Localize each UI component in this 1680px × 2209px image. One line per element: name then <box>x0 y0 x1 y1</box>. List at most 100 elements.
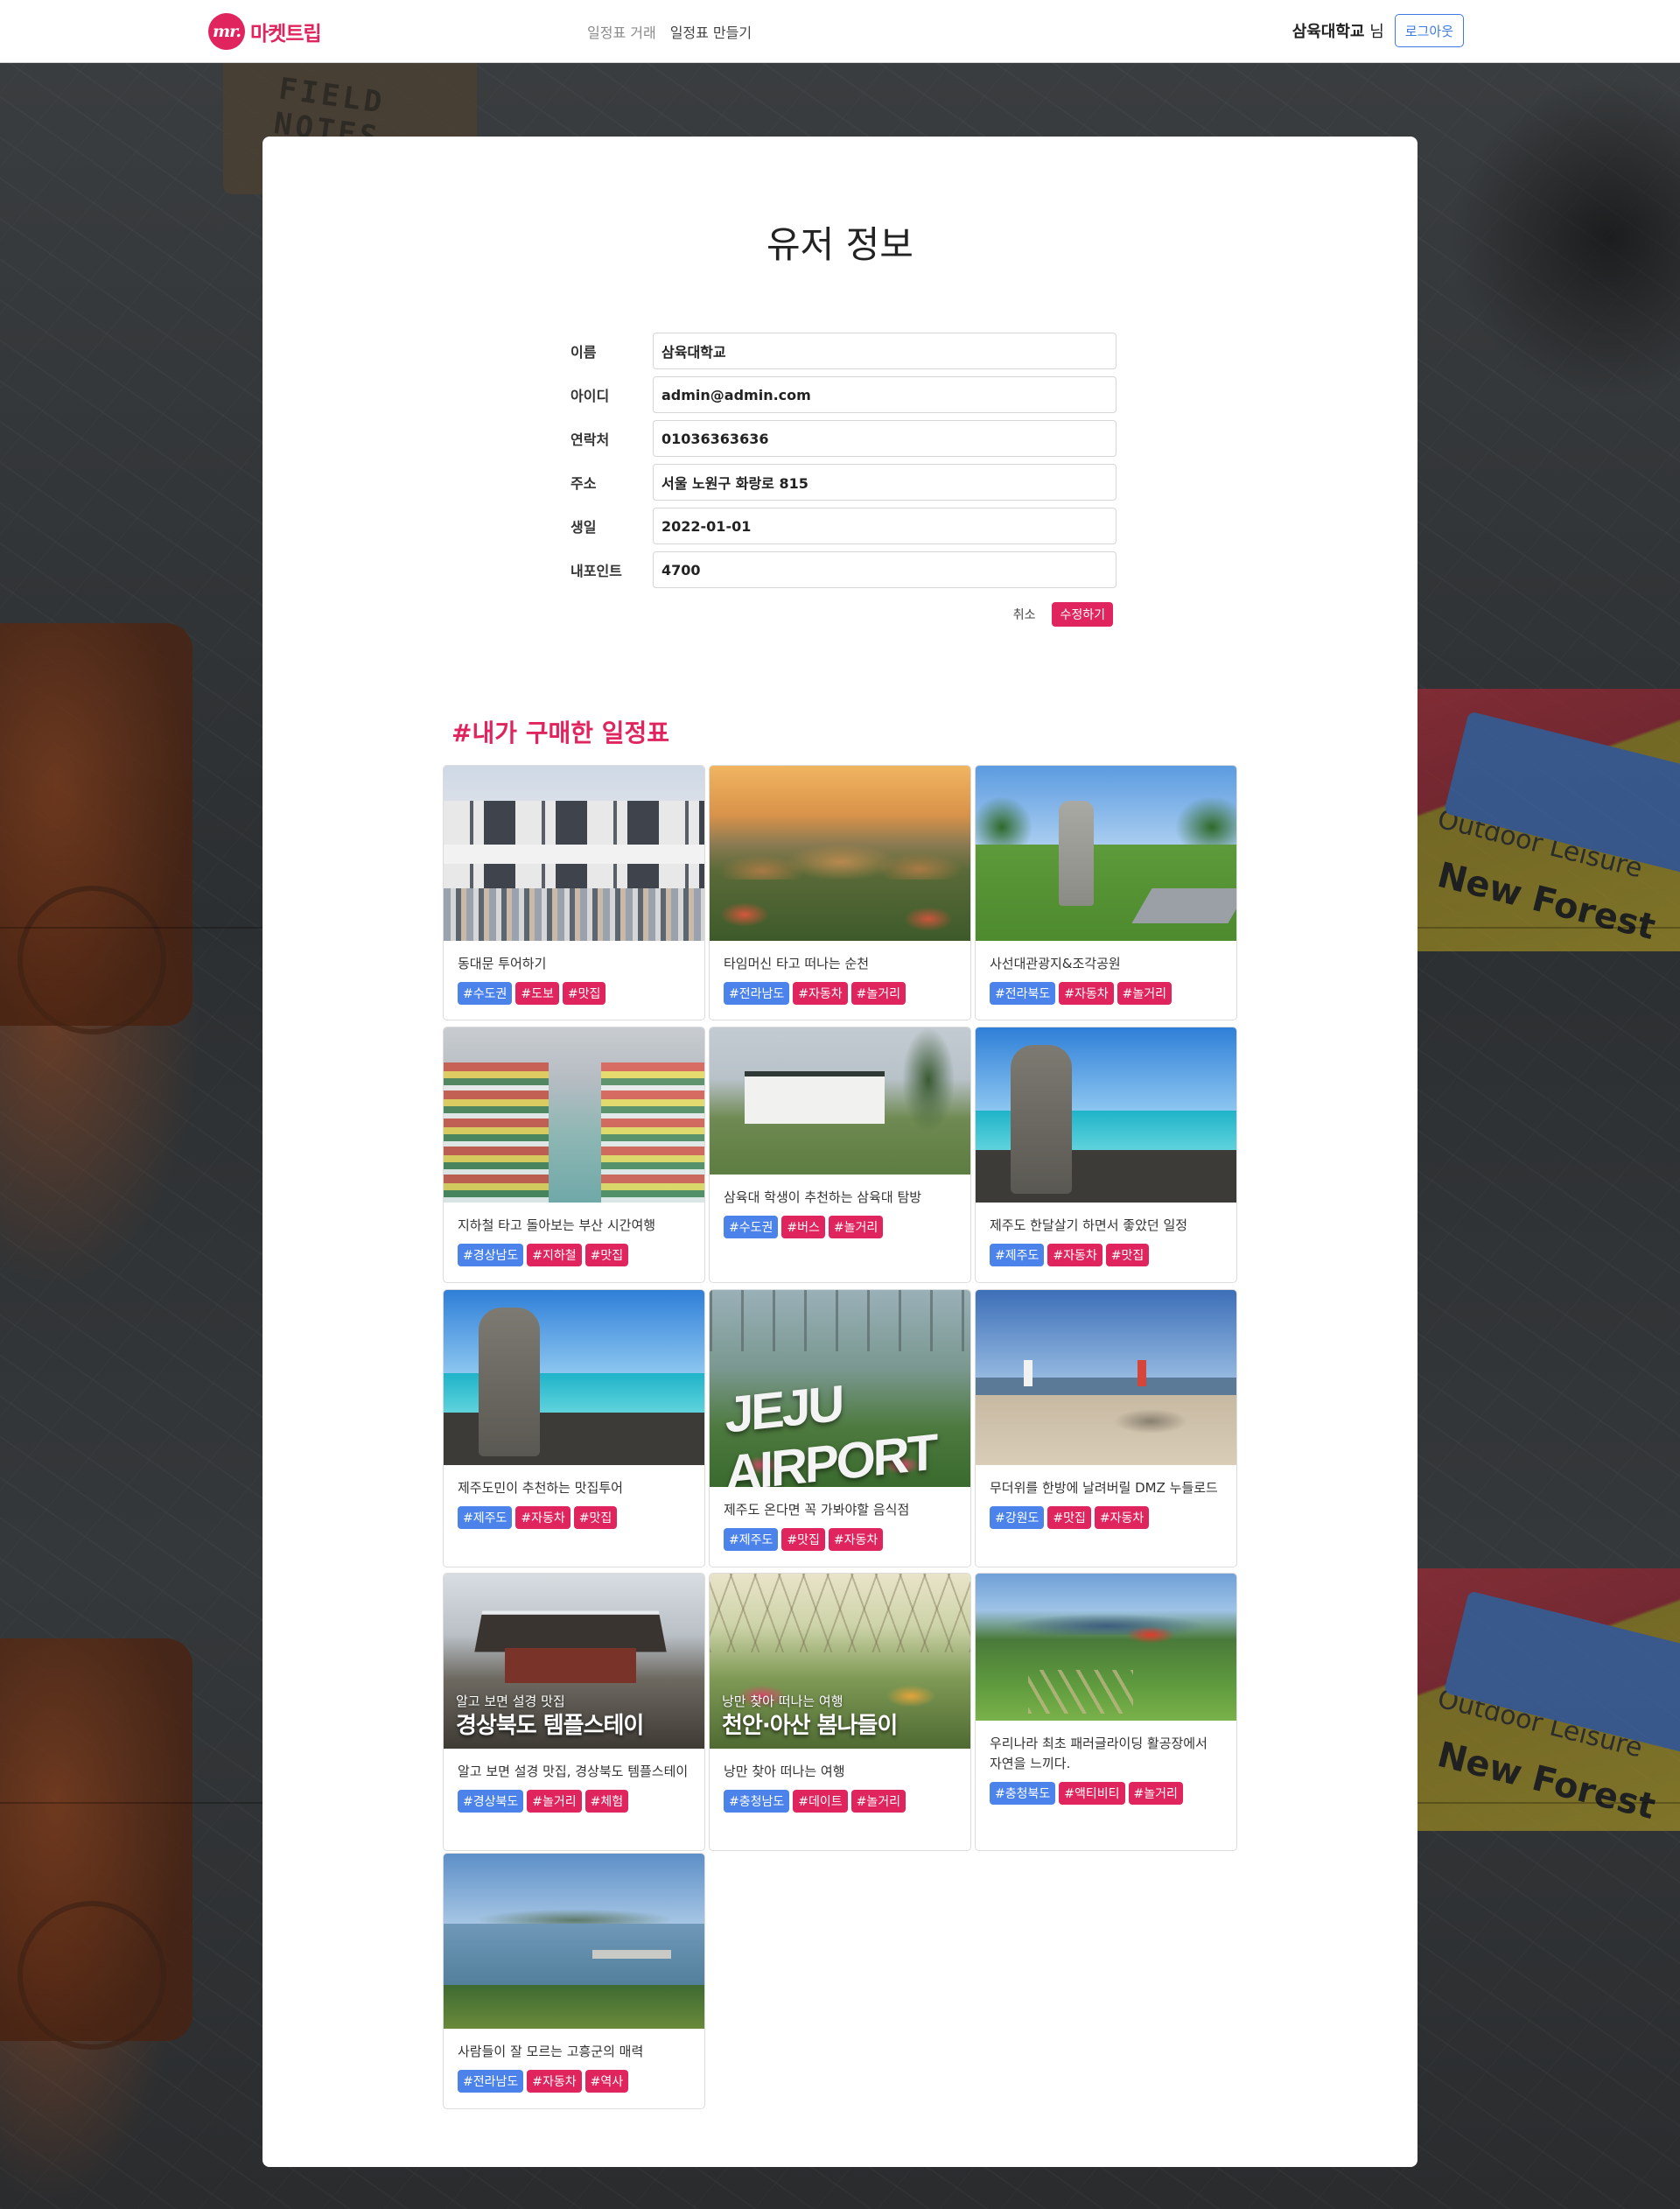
keyword-tag[interactable]: #놀거리 <box>1116 982 1172 1005</box>
card-image <box>710 766 970 941</box>
region-tag[interactable]: #충청남도 <box>724 1790 790 1813</box>
keyword-tag[interactable]: #자동차 <box>527 2070 582 2093</box>
birthday-label: 생일 <box>570 519 597 536</box>
birthday-field[interactable] <box>653 508 1116 544</box>
keyword-tag[interactable]: #자동차 <box>828 1528 884 1551</box>
card-title: 삼육대 학생이 추천하는 삼육대 탐방 <box>724 1189 922 1205</box>
ordnance-survey-map: Ordnance Survey Outdoor Leisure New Fore… <box>1418 689 1680 951</box>
schedule-card[interactable]: 우리나라 최초 패러글라이딩 활공장에서 자연을 느끼다. #충청북도 #액티비… <box>975 1573 1237 1851</box>
tag-list: #전라남도 #자동차 #역사 <box>458 2070 690 2093</box>
region-tag[interactable]: #전라남도 <box>458 2070 524 2093</box>
keyword-tag[interactable]: #지하철 <box>527 1244 582 1266</box>
cancel-button[interactable]: 취소 <box>1005 602 1044 627</box>
card-image <box>444 1027 704 1203</box>
ordnance-survey-map: Ordnance Survey Outdoor Leisure New Fore… <box>1418 1568 1680 1831</box>
points-field[interactable] <box>653 551 1116 588</box>
form-row-id: 아이디 <box>570 376 1122 413</box>
edit-button[interactable]: 수정하기 <box>1052 602 1113 627</box>
logout-button[interactable]: 로그아웃 <box>1394 14 1464 47</box>
id-field[interactable] <box>653 376 1116 413</box>
keyword-tag[interactable]: #맛집 <box>573 1506 618 1529</box>
keyword-tag[interactable]: #놀거리 <box>527 1790 582 1813</box>
keyword-tag[interactable]: #맛집 <box>1047 1506 1091 1529</box>
card-image <box>444 766 704 941</box>
user-area: 삼육대학교 님 로그아웃 <box>1292 14 1464 47</box>
region-tag[interactable]: #강원도 <box>990 1506 1045 1529</box>
region-tag[interactable]: #수도권 <box>724 1216 779 1238</box>
nav-create-schedule[interactable]: 일정표 만들기 <box>670 21 752 42</box>
tag-list: #경상북도 #놀거리 #체험 <box>458 1790 690 1813</box>
tag-list: #경상남도 #지하철 #맛집 <box>458 1244 690 1266</box>
top-navbar: mr. 마켓트립 일정표 거래 일정표 만들기 삼육대학교 님 로그아웃 <box>0 0 1680 63</box>
region-tag[interactable]: #경상북도 <box>458 1790 524 1813</box>
keyword-tag[interactable]: #체험 <box>584 1790 629 1813</box>
tag-list: #강원도 #맛집 #자동차 <box>990 1506 1222 1529</box>
keyword-tag[interactable]: #도보 <box>515 982 559 1005</box>
form-actions: 취소 수정하기 <box>570 602 1122 627</box>
keyword-tag[interactable]: #맛집 <box>1105 1244 1150 1266</box>
card-title: 동대문 투어하기 <box>458 956 547 971</box>
phone-label: 연락처 <box>570 431 610 448</box>
card-image <box>444 1290 704 1465</box>
schedule-card[interactable]: 무더위를 한방에 날려버릴 DMZ 누들로드 #강원도 #맛집 #자동차 <box>975 1289 1237 1567</box>
form-row-points: 내포인트 <box>570 551 1122 588</box>
card-image <box>976 1027 1236 1203</box>
phone-field[interactable] <box>653 420 1116 457</box>
name-label: 이름 <box>570 344 597 361</box>
schedule-card[interactable]: JEJU AIRPORT 제주도 온다면 꼭 가봐야할 음식점 #제주도 #맛집… <box>709 1289 971 1567</box>
card-image: 낭만 찾아 떠나는 여행 천안·아산 봄나들이 <box>710 1574 970 1749</box>
card-title: 지하철 타고 돌아보는 부산 시간여행 <box>458 1217 656 1233</box>
region-tag[interactable]: #전라북도 <box>990 982 1056 1005</box>
region-tag[interactable]: #제주도 <box>458 1506 513 1529</box>
keyword-tag[interactable]: #자동차 <box>793 982 848 1005</box>
user-name: 삼육대학교 <box>1292 23 1365 41</box>
card-title: 제주도 한달살기 하면서 좋았던 일정 <box>990 1217 1188 1233</box>
region-tag[interactable]: #경상남도 <box>458 1244 524 1266</box>
schedule-card[interactable]: 낭만 찾아 떠나는 여행 천안·아산 봄나들이 낭만 찾아 떠나는 여행 #충청… <box>709 1573 971 1851</box>
schedule-card[interactable]: 타임머신 타고 떠나는 순천 #전라남도 #자동차 #놀거리 <box>709 765 971 1020</box>
tag-list: #제주도 #자동차 #맛집 <box>990 1244 1222 1266</box>
keyword-tag[interactable]: #버스 <box>781 1216 825 1238</box>
keyword-tag[interactable]: #액티비티 <box>1059 1782 1125 1805</box>
keyword-tag[interactable]: #맛집 <box>781 1528 825 1551</box>
keyword-tag[interactable]: #자동차 <box>1094 1506 1150 1529</box>
name-field[interactable] <box>653 333 1116 369</box>
form-row-birthday: 생일 <box>570 508 1122 544</box>
schedule-card[interactable]: 제주도민이 추천하는 맛집투어 #제주도 #자동차 #맛집 <box>443 1289 705 1567</box>
schedule-card[interactable]: 지하철 타고 돌아보는 부산 시간여행 #경상남도 #지하철 #맛집 <box>443 1027 705 1283</box>
keyword-tag[interactable]: #맛집 <box>584 1244 629 1266</box>
keyword-tag[interactable]: #놀거리 <box>850 1790 906 1813</box>
region-tag[interactable]: #제주도 <box>724 1528 779 1551</box>
card-image <box>710 1027 970 1175</box>
keyword-tag[interactable]: #맛집 <box>562 982 606 1005</box>
purchased-schedules-title: #내가 구매한 일정표 <box>452 719 670 747</box>
keyword-tag[interactable]: #데이트 <box>793 1790 848 1813</box>
card-title: 사람들이 잘 모르는 고흥군의 매력 <box>458 2044 644 2059</box>
keyword-tag[interactable]: #놀거리 <box>828 1216 884 1238</box>
schedule-card[interactable]: 사선대관광지&조각공원 #전라북도 #자동차 #놀거리 <box>975 765 1237 1020</box>
card-title: 낭만 찾아 떠나는 여행 <box>724 1764 845 1779</box>
nav-schedule-market[interactable]: 일정표 거래 <box>587 21 656 42</box>
keyword-tag[interactable]: #자동차 <box>515 1506 570 1529</box>
schedule-card[interactable]: 제주도 한달살기 하면서 좋았던 일정 #제주도 #자동차 #맛집 <box>975 1027 1237 1283</box>
region-tag[interactable]: #제주도 <box>990 1244 1045 1266</box>
tag-list: #충청북도 #액티비티 #놀거리 <box>990 1782 1222 1805</box>
schedule-card[interactable]: 동대문 투어하기 #수도권 #도보 #맛집 <box>443 765 705 1020</box>
schedule-card[interactable]: 사람들이 잘 모르는 고흥군의 매력 #전라남도 #자동차 #역사 <box>443 1853 705 2109</box>
card-title: 무더위를 한방에 날려버릴 DMZ 누들로드 <box>990 1480 1218 1496</box>
keyword-tag[interactable]: #놀거리 <box>850 982 906 1005</box>
region-tag[interactable]: #전라남도 <box>724 982 790 1005</box>
tag-list: #제주도 #맛집 #자동차 <box>724 1528 956 1551</box>
keyword-tag[interactable]: #놀거리 <box>1128 1782 1183 1805</box>
schedule-card[interactable]: 삼육대 학생이 추천하는 삼육대 탐방 #수도권 #버스 #놀거리 <box>709 1027 971 1283</box>
region-tag[interactable]: #충청북도 <box>990 1782 1056 1805</box>
address-field[interactable] <box>653 464 1116 501</box>
region-tag[interactable]: #수도권 <box>458 982 513 1005</box>
logo[interactable]: mr. 마켓트립 <box>208 13 322 50</box>
keyword-tag[interactable]: #자동차 <box>1059 982 1114 1005</box>
card-image <box>444 1854 704 2029</box>
card-image: JEJU AIRPORT <box>710 1290 970 1487</box>
keyword-tag[interactable]: #자동차 <box>1047 1244 1102 1266</box>
schedule-card[interactable]: 알고 보면 설경 맛집 경상북도 템플스테이 알고 보면 설경 맛집, 경상북도… <box>443 1573 705 1851</box>
keyword-tag[interactable]: #역사 <box>584 2070 629 2093</box>
